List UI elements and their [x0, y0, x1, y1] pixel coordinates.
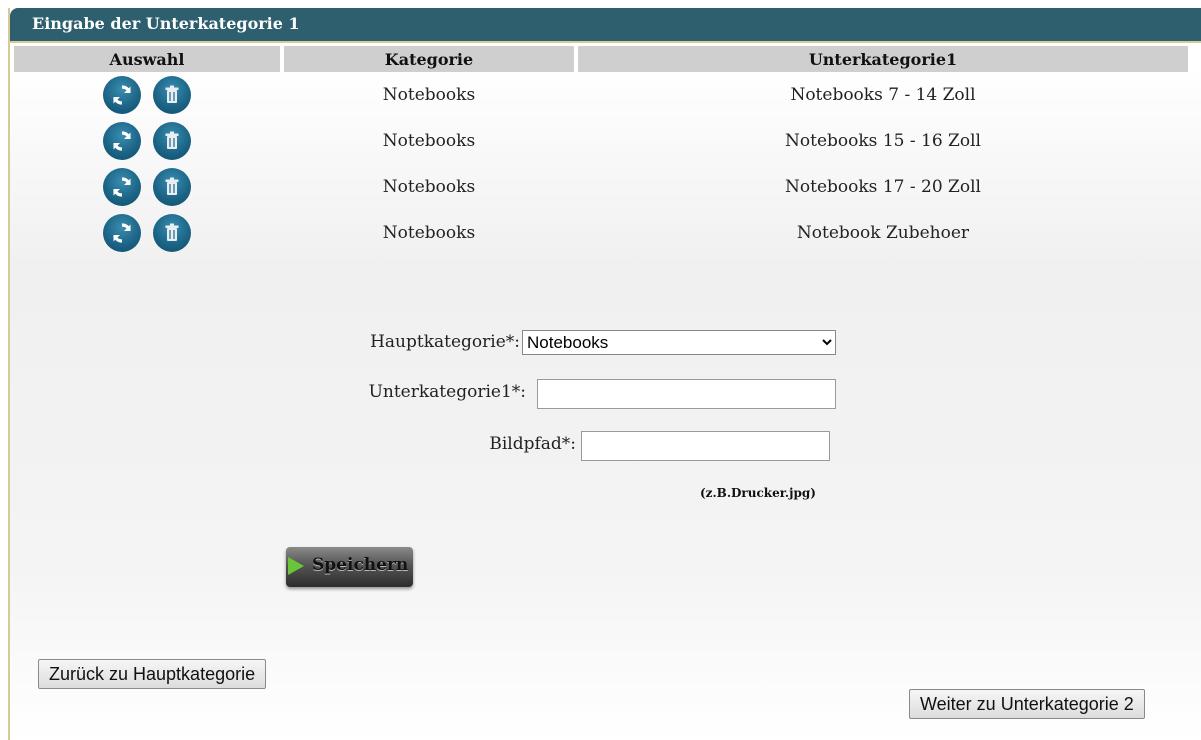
- subcategory-table: Auswahl Kategorie Unterkategorie1 Notebo…: [10, 46, 1192, 256]
- cell-unterkategorie: Notebook Zubehoer: [796, 223, 970, 243]
- save-button[interactable]: Speichern: [286, 547, 413, 587]
- hauptkategorie-select[interactable]: Notebooks: [522, 330, 836, 355]
- cell-unterkategorie: Notebooks 15 - 16 Zoll: [785, 131, 981, 151]
- play-arrow-icon: [288, 557, 304, 575]
- trash-icon[interactable]: [153, 76, 191, 114]
- cell-unterkategorie: Notebooks 7 - 14 Zoll: [790, 85, 976, 105]
- cell-kategorie: Notebooks: [382, 223, 476, 243]
- row-actions: [14, 210, 280, 256]
- table-row: Notebooks Notebooks 17 - 20 Zoll: [14, 164, 1188, 210]
- cell-kategorie: Notebooks: [382, 177, 476, 197]
- next-to-unterkategorie2-button[interactable]: Weiter zu Unterkategorie 2: [909, 689, 1145, 719]
- cell-unterkategorie: Notebooks 17 - 20 Zoll: [785, 177, 981, 197]
- refresh-icon[interactable]: [103, 214, 141, 252]
- row-actions: [14, 164, 280, 210]
- column-header-kategorie: Kategorie: [284, 46, 574, 72]
- column-header-auswahl: Auswahl: [14, 46, 280, 72]
- back-to-hauptkategorie-button[interactable]: Zurück zu Hauptkategorie: [38, 659, 267, 689]
- table-row: Notebooks Notebooks 7 - 14 Zoll: [14, 72, 1188, 118]
- unterkategorie-label: Unterkategorie1*:: [368, 382, 526, 402]
- trash-icon[interactable]: [153, 214, 191, 252]
- bildpfad-hint: (z.B.Drucker.jpg): [700, 486, 816, 500]
- panel-title-bar: Eingabe der Unterkategorie 1: [10, 8, 1201, 43]
- trash-icon[interactable]: [153, 122, 191, 160]
- column-header-unterkategorie: Unterkategorie1: [578, 46, 1188, 72]
- bildpfad-input[interactable]: [581, 431, 830, 461]
- table-row: Notebooks Notebooks 15 - 16 Zoll: [14, 118, 1188, 164]
- save-button-label: Speichern: [312, 555, 409, 575]
- table-row: Notebooks Notebook Zubehoer: [14, 210, 1188, 256]
- panel-title: Eingabe der Unterkategorie 1: [32, 14, 300, 33]
- unterkategorie-input[interactable]: [537, 379, 836, 409]
- refresh-icon[interactable]: [103, 168, 141, 206]
- refresh-icon[interactable]: [103, 122, 141, 160]
- hauptkategorie-label: Hauptkategorie*:: [370, 332, 520, 352]
- refresh-icon[interactable]: [103, 76, 141, 114]
- row-actions: [14, 72, 280, 118]
- bildpfad-label: Bildpfad*:: [489, 434, 576, 454]
- cell-kategorie: Notebooks: [382, 131, 476, 151]
- cell-kategorie: Notebooks: [382, 85, 476, 105]
- row-actions: [14, 118, 280, 164]
- trash-icon[interactable]: [153, 168, 191, 206]
